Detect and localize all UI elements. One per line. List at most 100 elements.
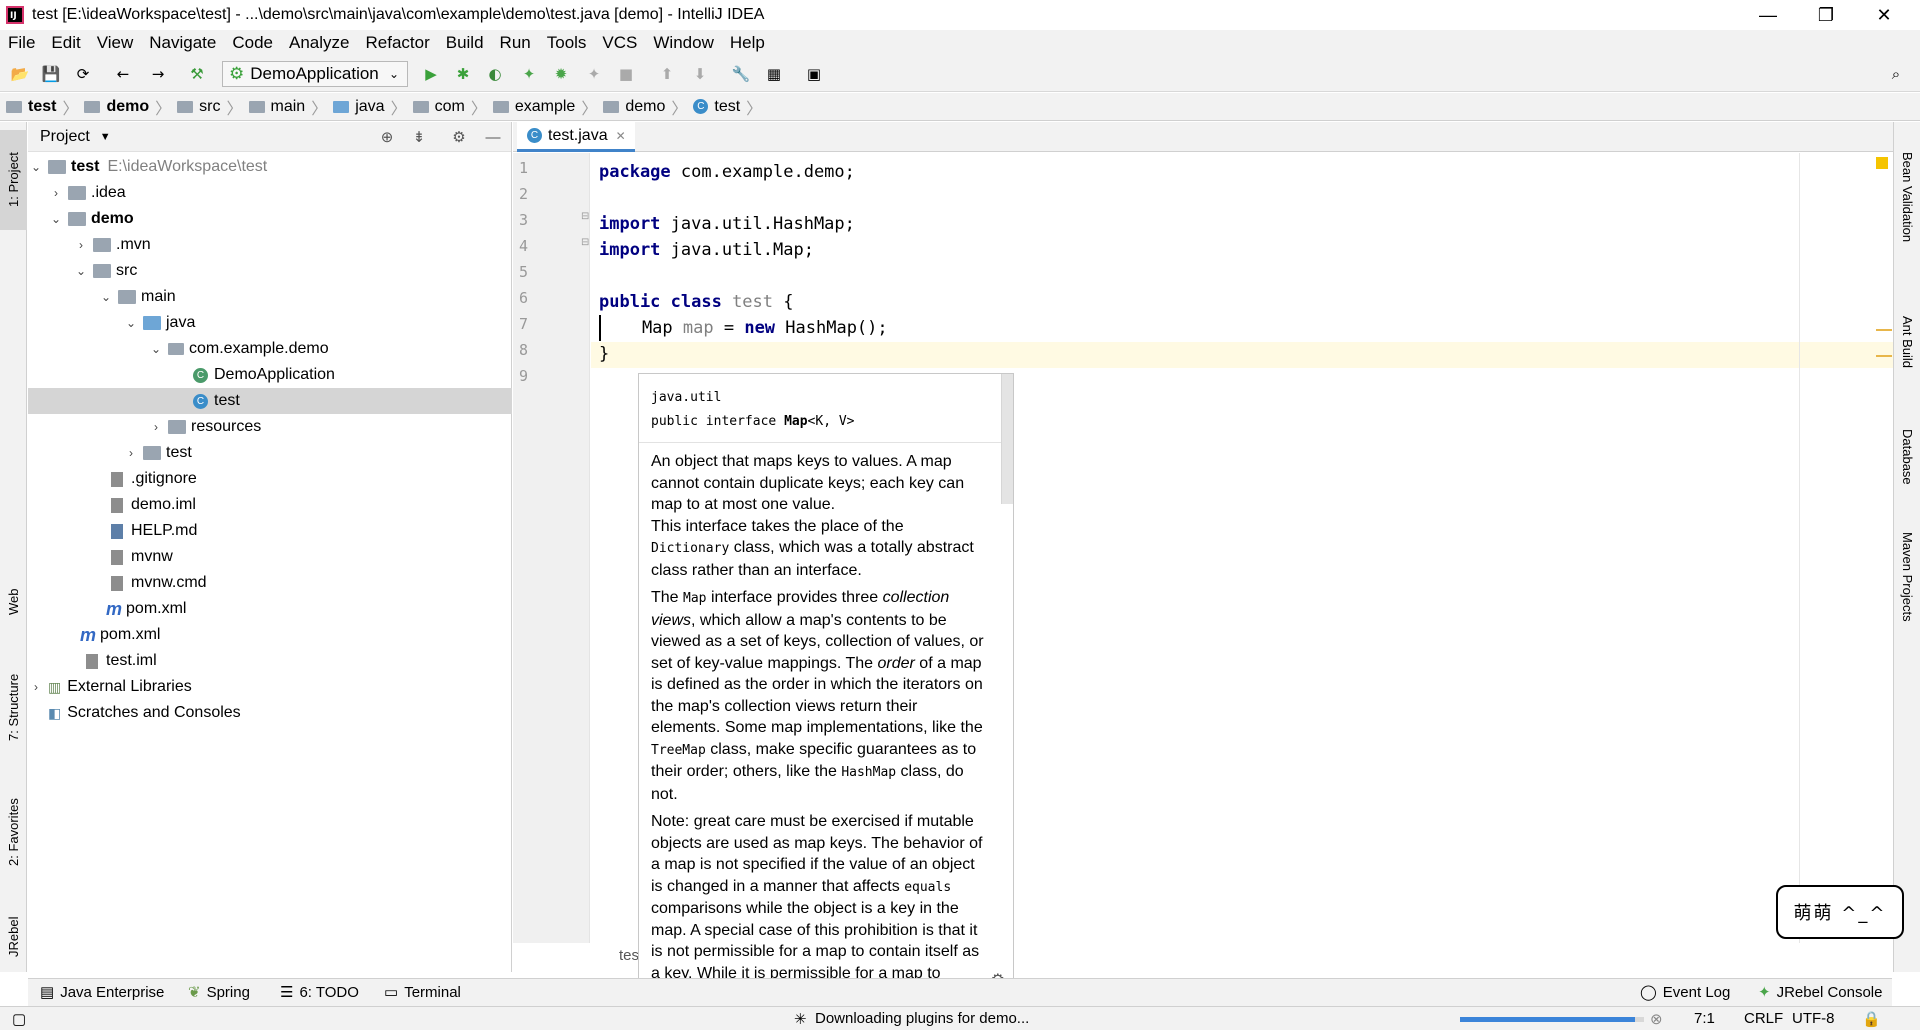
menu-edit[interactable]: Edit — [43, 33, 88, 53]
breadcrumb-main[interactable]: main 〉 — [248, 95, 327, 119]
menu-build[interactable]: Build — [438, 33, 492, 53]
open-folder-icon[interactable]: 📂 — [10, 64, 30, 84]
menu-code[interactable]: Code — [224, 33, 281, 53]
popup-scrollbar[interactable] — [1001, 374, 1013, 504]
cancel-progress-icon[interactable]: ⊗ — [1650, 1010, 1663, 1028]
close-tab-icon[interactable]: ✕ — [616, 129, 626, 143]
menu-help[interactable]: Help — [722, 33, 773, 53]
build-hammer-icon[interactable]: ⚒ — [187, 64, 207, 84]
collapse-all-icon[interactable]: ⇟ — [410, 128, 428, 146]
tab-terminal[interactable]: ▭ Terminal — [384, 983, 461, 1002]
tree-item-demo-pom[interactable]: m pom.xml — [28, 596, 512, 622]
sync-icon[interactable]: ⟳ — [73, 64, 93, 84]
menu-file[interactable]: File — [0, 33, 43, 53]
jrebel-run-icon[interactable]: ✦ — [519, 64, 539, 84]
fold-marker-icon[interactable]: ⊟ — [581, 211, 589, 222]
caret-position[interactable]: 7:1 — [1694, 1010, 1715, 1027]
tree-item-test-root[interactable]: ⌄ test E:\ideaWorkspace\test — [28, 154, 512, 180]
search-icon[interactable]: ⌕ — [1886, 64, 1906, 84]
breadcrumb-test[interactable]: test 〉 — [6, 95, 78, 119]
file-encoding[interactable]: UTF-8 — [1792, 1010, 1835, 1027]
sdk-manager-icon[interactable]: ▣ — [804, 64, 824, 84]
vcs-commit-icon[interactable]: ⬇ — [690, 64, 710, 84]
tab-todo[interactable]: ☰ 6: TODO — [280, 983, 359, 1002]
lock-icon[interactable]: 🔒 — [1862, 1010, 1881, 1028]
tab-test-java[interactable]: C test.java ✕ — [517, 122, 635, 152]
tab-java-enterprise[interactable]: ▤ Java Enterprise — [40, 983, 164, 1002]
tree-item-mvnw-cmd[interactable]: mvnw.cmd — [28, 570, 512, 596]
tab-ant-build[interactable]: Ant Build — [1894, 292, 1920, 392]
tree-item-demo[interactable]: ⌄ demo — [28, 206, 512, 232]
breadcrumb-demo[interactable]: demo 〉 — [84, 95, 171, 119]
breadcrumb-test-class[interactable]: Ctest 〉 — [693, 95, 762, 119]
run-configuration-select[interactable]: ⚙ DemoApplication ⌄ — [222, 61, 408, 87]
tree-item-idea[interactable]: › .idea — [28, 180, 512, 206]
tab-favorites[interactable]: 2: Favorites — [0, 772, 27, 892]
project-structure-icon[interactable]: ▦ — [764, 64, 784, 84]
tab-jrebel[interactable]: JRebel — [0, 902, 27, 972]
tab-bean-validation[interactable]: Bean Validation — [1894, 132, 1920, 262]
minimize-button[interactable]: — — [1739, 0, 1797, 30]
tree-item-demoapplication[interactable]: C DemoApplication — [28, 362, 512, 388]
tab-spring[interactable]: ❦ Spring — [188, 983, 250, 1002]
run-icon[interactable]: ▶ — [421, 64, 441, 84]
tree-item-mvnw[interactable]: mvnw — [28, 544, 512, 570]
project-view-selector[interactable]: Project — [40, 128, 90, 146]
inspection-status-icon[interactable] — [1876, 157, 1888, 169]
menu-tools[interactable]: Tools — [539, 33, 595, 53]
menu-view[interactable]: View — [89, 33, 142, 53]
tab-database[interactable]: Database — [1894, 402, 1920, 512]
tree-item-test-iml[interactable]: test.iml — [28, 648, 512, 674]
tab-event-log[interactable]: ◯ Event Log — [1640, 983, 1730, 1002]
tab-project[interactable]: 1: Project — [0, 130, 27, 230]
menu-navigate[interactable]: Navigate — [141, 33, 224, 53]
close-button[interactable]: ✕ — [1855, 0, 1913, 30]
chevron-down-icon[interactable]: ▼ — [100, 131, 111, 143]
coverage-icon[interactable]: ◐ — [485, 64, 505, 84]
tab-web[interactable]: Web — [0, 567, 27, 637]
hide-panel-icon[interactable]: — — [484, 128, 502, 146]
tree-item-test-class[interactable]: Ctest — [28, 388, 512, 414]
status-message[interactable]: Downloading plugins for demo... — [815, 1010, 1029, 1027]
tab-structure[interactable]: 7: Structure — [0, 652, 27, 762]
fold-marker-icon[interactable]: ⊟ — [581, 237, 589, 248]
tree-item-mvn[interactable]: › .mvn — [28, 232, 512, 258]
menu-analyze[interactable]: Analyze — [281, 33, 357, 53]
tree-item-src[interactable]: ⌄ src — [28, 258, 512, 284]
tree-item-package[interactable]: ⌄ com.example.demo — [28, 336, 512, 362]
vcs-update-icon[interactable]: ⬆ — [657, 64, 677, 84]
breadcrumb-example[interactable]: example 〉 — [492, 95, 597, 119]
menu-window[interactable]: Window — [645, 33, 721, 53]
tree-item-external-libraries[interactable]: › ▥ External Libraries — [28, 674, 512, 700]
menu-refactor[interactable]: Refactor — [357, 33, 437, 53]
line-separator[interactable]: CRLF — [1744, 1010, 1783, 1027]
breadcrumb-src[interactable]: src 〉 — [177, 95, 243, 119]
tree-item-main[interactable]: ⌄ main — [28, 284, 512, 310]
error-stripe-mark[interactable] — [1876, 329, 1892, 331]
tree-item-gitignore[interactable]: .gitignore — [28, 466, 512, 492]
back-icon[interactable]: ← — [113, 64, 133, 84]
locate-icon[interactable]: ⊕ — [378, 128, 396, 146]
tree-item-scratches[interactable]: ◧ Scratches and Consoles — [28, 700, 512, 726]
jrebel-debug-icon[interactable]: ✹ — [551, 64, 571, 84]
breadcrumb-demo-package[interactable]: demo 〉 — [603, 95, 687, 119]
menu-run[interactable]: Run — [492, 33, 539, 53]
tree-item-resources[interactable]: › resources — [28, 414, 512, 440]
tree-item-demo-iml[interactable]: demo.iml — [28, 492, 512, 518]
error-stripe-mark[interactable] — [1876, 355, 1892, 357]
gear-icon[interactable]: ⚙ — [450, 128, 468, 146]
restore-button[interactable]: ❐ — [1797, 0, 1855, 30]
tree-item-root-pom[interactable]: m pom.xml — [28, 622, 512, 648]
save-icon[interactable]: 💾 — [41, 64, 61, 84]
menu-vcs[interactable]: VCS — [594, 33, 645, 53]
stop-icon[interactable]: ■ — [616, 64, 636, 84]
jrebel-attach-icon[interactable]: ✦ — [584, 64, 604, 84]
tree-item-java[interactable]: ⌄ java — [28, 310, 512, 336]
tree-item-help-md[interactable]: HELP.md — [28, 518, 512, 544]
forward-icon[interactable]: → — [148, 64, 168, 84]
tab-jrebel-console[interactable]: ✦ JRebel Console — [1758, 983, 1882, 1002]
breadcrumb-java[interactable]: java 〉 — [333, 95, 407, 119]
toggle-tool-windows-icon[interactable]: ▢ — [12, 1010, 26, 1028]
breadcrumb-com[interactable]: com 〉 — [412, 95, 487, 119]
tab-maven-projects[interactable]: Maven Projects — [1894, 512, 1920, 642]
